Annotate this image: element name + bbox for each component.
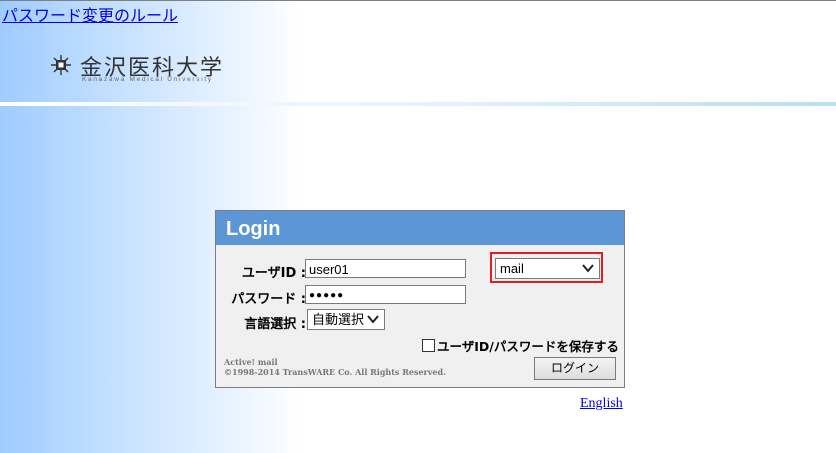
password-input[interactable]: ●●●●● [305,285,466,304]
login-button[interactable]: ログイン [534,357,616,380]
english-link[interactable]: English [580,396,623,412]
copyright-product: Active! mail [224,357,278,367]
save-credentials-label: ユーザID/パスワードを保存する [437,339,619,354]
copyright: Active! mail ©1998-2014 TransWARE Co. Al… [224,357,446,377]
chevron-down-icon [367,315,379,324]
user-id-input[interactable]: user01 [305,259,466,278]
copyright-notice: ©1998-2014 TransWARE Co. All Rights Rese… [224,367,446,377]
save-credentials-row[interactable]: ユーザID/パスワードを保存する [422,336,619,355]
highlight-box [490,252,603,283]
save-credentials-checkbox[interactable] [422,339,435,352]
user-id-label: ユーザID : [241,266,306,281]
language-select-value: 自動選択 [312,312,365,327]
language-select[interactable]: 自動選択 [307,309,385,330]
login-header: Login [216,211,624,245]
university-crest-icon [51,55,71,75]
logo-subtitle: Kanazawa Medical University [82,76,213,83]
top-border [0,0,836,1]
password-rule-link[interactable]: パスワード変更のルール [2,2,178,26]
header-divider [0,102,836,106]
language-label: 言語選択 : [244,317,306,332]
password-label: パスワード : [231,292,306,307]
login-panel: Login ユーザID : user01 パスワード : ●●●●● 言語選択 … [215,210,625,388]
